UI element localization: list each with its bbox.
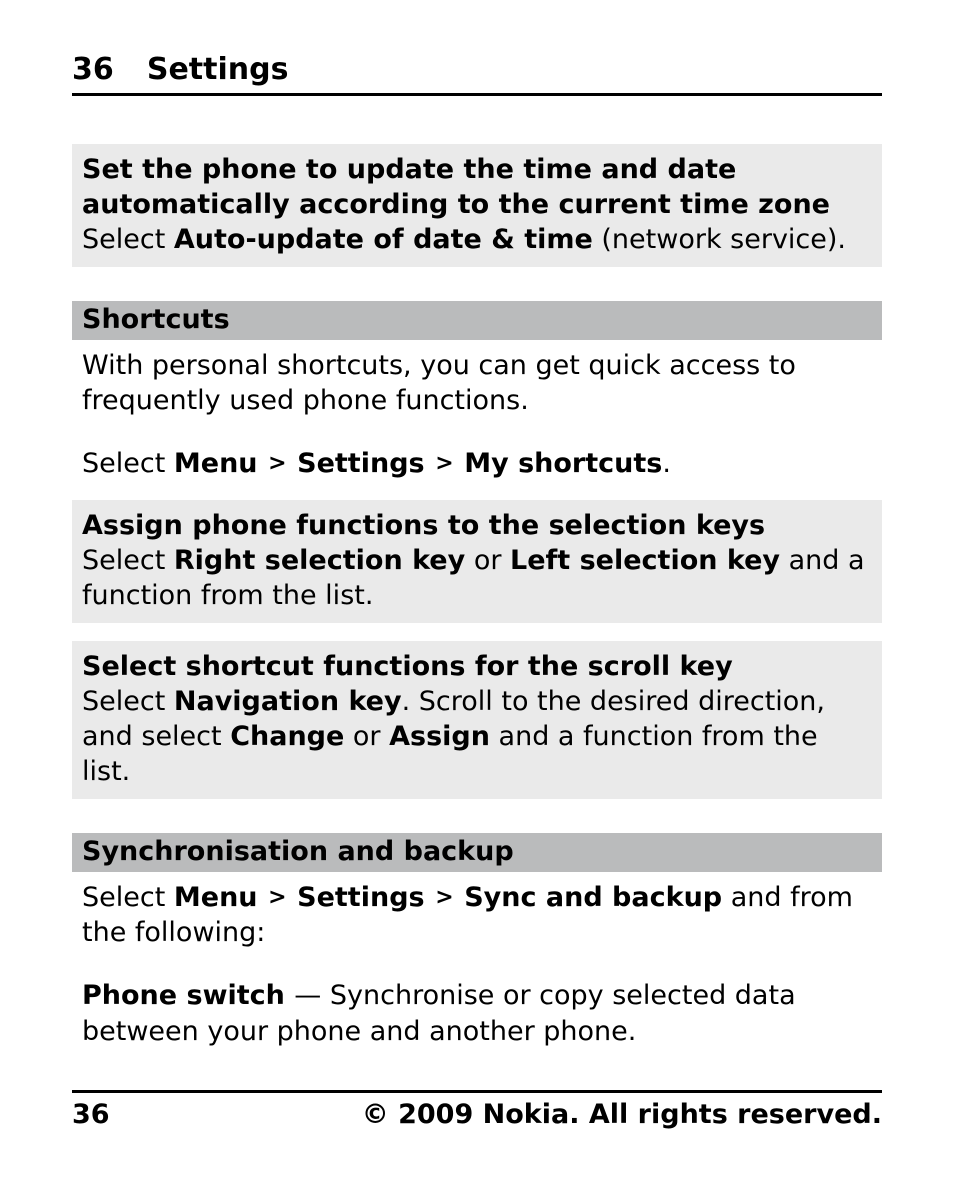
sync-path: Select Menu > Settings > Sync and backup… bbox=[72, 880, 882, 950]
callout-title: Assign phone functions to the selection … bbox=[82, 508, 872, 543]
nav-sync-backup: Sync and backup bbox=[464, 882, 722, 913]
callout-scroll-key: Select shortcut functions for the scroll… bbox=[72, 641, 882, 799]
shortcuts-intro: With personal shortcuts, you can get qui… bbox=[72, 348, 882, 418]
manual-page: 36 Settings Set the phone to update the … bbox=[0, 0, 954, 1180]
sync-item-phone-switch: Phone switch — Synchronise or copy selec… bbox=[72, 978, 882, 1048]
nav-settings: Settings bbox=[297, 448, 424, 479]
footer-page-number: 36 bbox=[72, 1099, 110, 1130]
callout-assign-selection-keys: Assign phone functions to the selection … bbox=[72, 500, 882, 623]
nav-my-shortcuts: My shortcuts bbox=[464, 448, 662, 479]
callout-title: Set the phone to update the time and dat… bbox=[82, 152, 872, 222]
ui-term-navigation-key: Navigation key bbox=[174, 686, 402, 717]
page-header: 36 Settings bbox=[72, 52, 882, 96]
ui-term-left-selection-key: Left selection key bbox=[510, 545, 780, 576]
callout-body: Select Navigation key. Scroll to the des… bbox=[82, 686, 825, 787]
section-header-shortcuts: Shortcuts bbox=[72, 301, 882, 340]
chevron-right-icon: > bbox=[266, 885, 288, 910]
nav-settings: Settings bbox=[297, 882, 424, 913]
page-footer: 36 © 2009 Nokia. All rights reserved. bbox=[72, 1090, 882, 1130]
chevron-right-icon: > bbox=[433, 885, 455, 910]
shortcuts-path: Select Menu > Settings > My shortcuts. bbox=[72, 446, 882, 481]
chevron-right-icon: > bbox=[266, 451, 288, 476]
ui-term-assign: Assign bbox=[389, 721, 490, 752]
callout-title: Select shortcut functions for the scroll… bbox=[82, 649, 872, 684]
callout-body: Select Right selection key or Left selec… bbox=[82, 545, 865, 611]
nav-menu: Menu bbox=[174, 882, 258, 913]
footer-copyright: © 2009 Nokia. All rights reserved. bbox=[362, 1099, 882, 1130]
chevron-right-icon: > bbox=[433, 451, 455, 476]
ui-term-change: Change bbox=[230, 721, 344, 752]
callout-body: Select Auto-update of date & time (netwo… bbox=[82, 224, 846, 255]
section-header-sync: Synchronisation and backup bbox=[72, 833, 882, 872]
callout-auto-update: Set the phone to update the time and dat… bbox=[72, 144, 882, 267]
ui-term-right-selection-key: Right selection key bbox=[174, 545, 465, 576]
item-name: Phone switch bbox=[82, 980, 294, 1011]
header-section-title: Settings bbox=[147, 52, 289, 87]
nav-menu: Menu bbox=[174, 448, 258, 479]
header-page-number: 36 bbox=[72, 52, 114, 87]
ui-term-auto-update: Auto-update of date & time bbox=[174, 224, 593, 255]
